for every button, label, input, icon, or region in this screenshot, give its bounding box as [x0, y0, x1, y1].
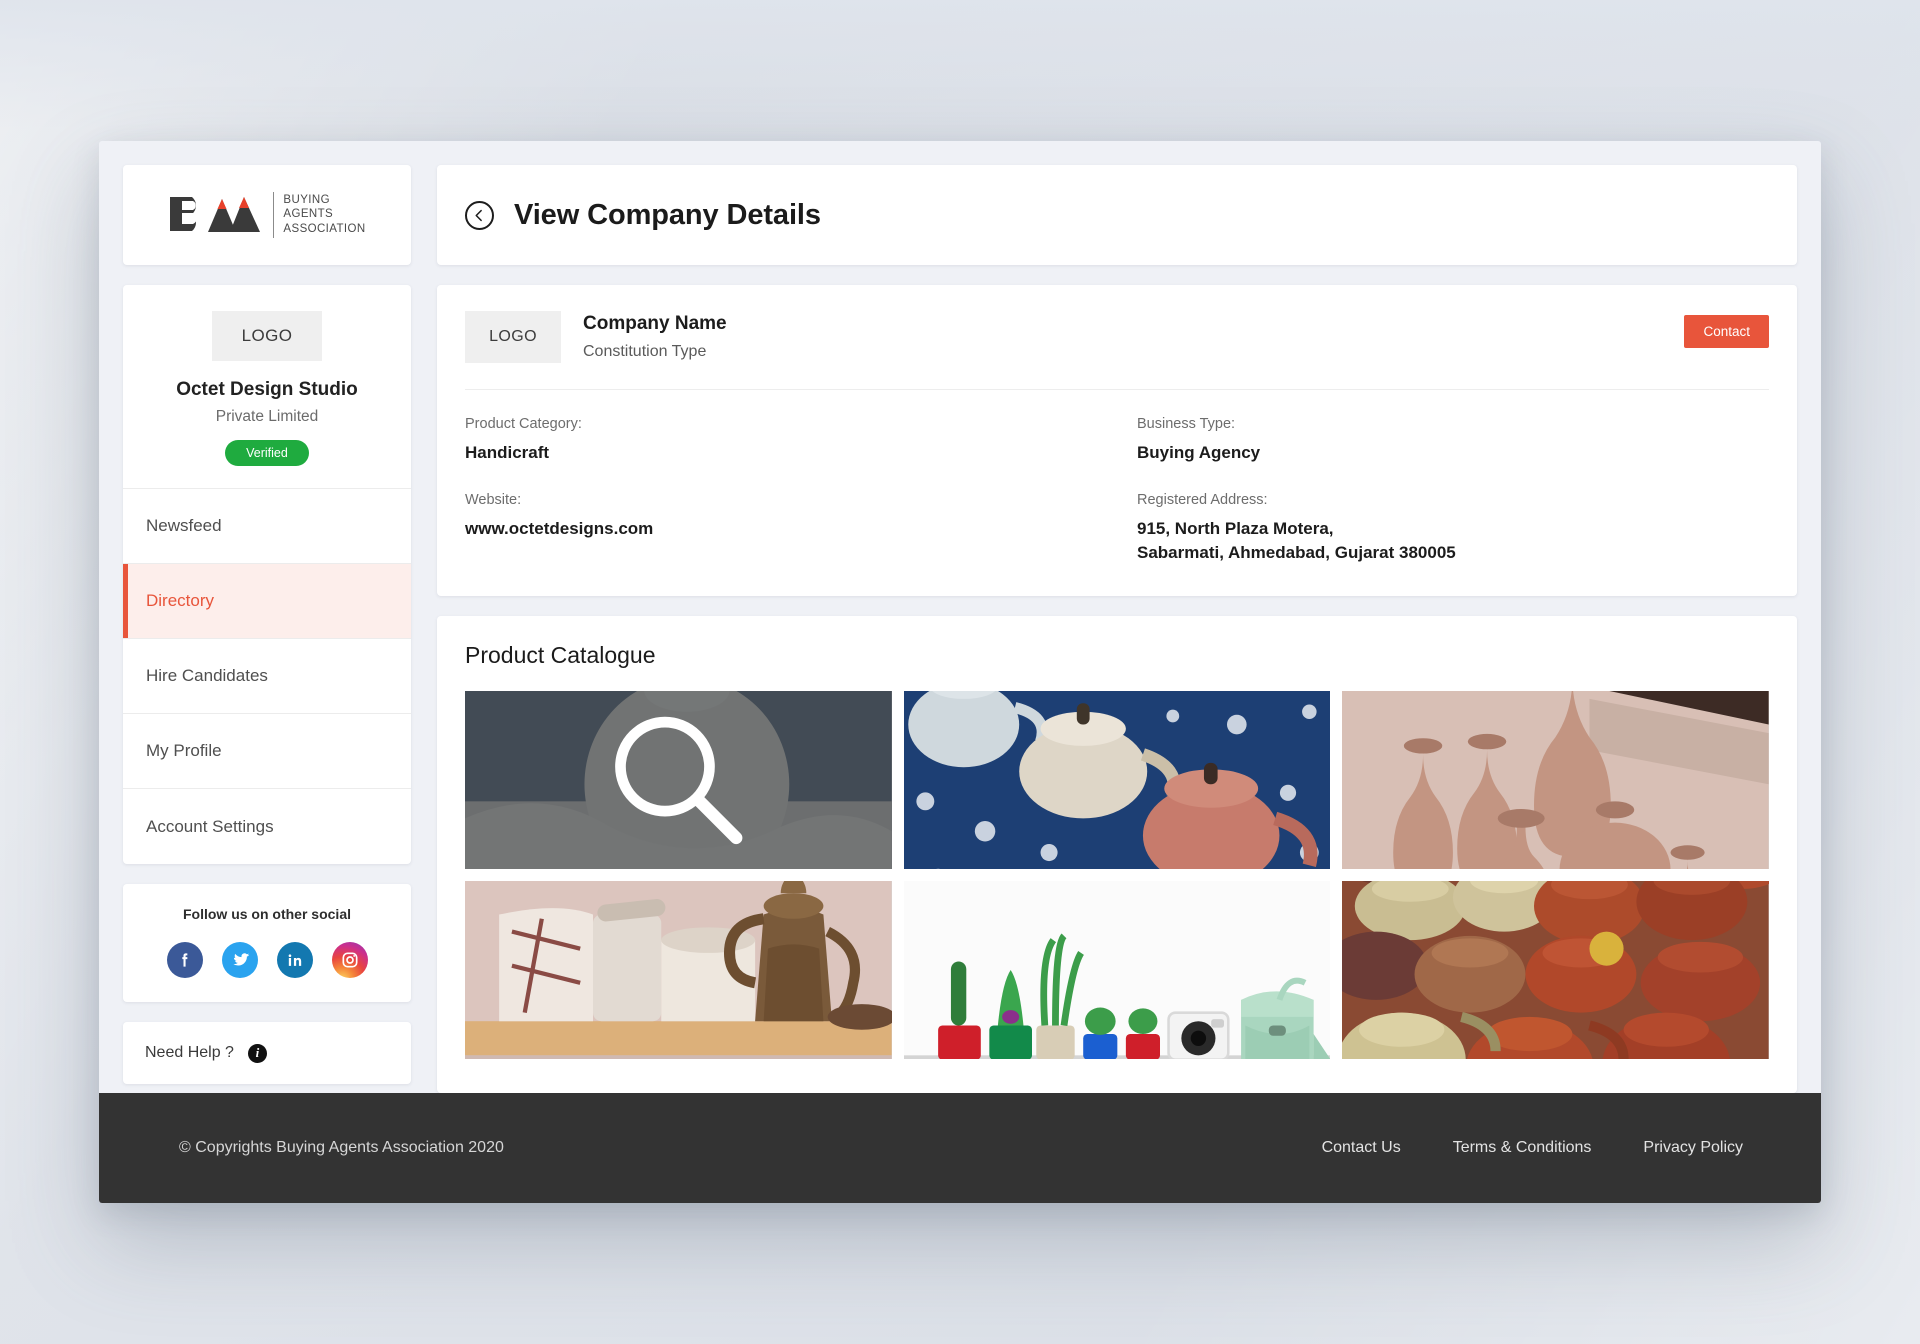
field-label: Business Type: — [1137, 416, 1236, 432]
catalogue-thumb-6[interactable] — [1342, 880, 1769, 1059]
company-constitution-type: Constitution Type — [583, 343, 707, 360]
sidebar-item-newsfeed[interactable]: Newsfeed — [123, 489, 411, 564]
footer-link-terms[interactable]: Terms & Conditions — [1453, 1139, 1592, 1157]
catalogue-thumb-5[interactable] — [903, 880, 1331, 1059]
sidebar-item-label: My Profile — [146, 741, 222, 760]
chevron-left-icon — [475, 209, 482, 221]
field-value: 915, North Plaza Motera, Sabarmati, Ahme… — [1137, 518, 1456, 563]
field-registered-address: Registered Address: 915, North Plaza Mot… — [1137, 492, 1769, 566]
magnifier-icon — [615, 716, 743, 845]
catalogue-title: Product Catalogue — [465, 641, 656, 668]
teapots-blue-fabric-image — [903, 690, 1331, 869]
field-value: Buying Agency — [1137, 443, 1261, 462]
company-name-block: Company Name Constitution Type — [583, 311, 1662, 361]
field-value: Handicraft — [465, 443, 550, 462]
profile-company-name: Octet Design Studio — [176, 379, 358, 400]
plants-camera-bag-image — [903, 880, 1331, 1059]
social-icon-row — [141, 942, 393, 978]
page-title: View Company Details — [514, 198, 821, 231]
footer-link-privacy[interactable]: Privacy Policy — [1643, 1139, 1743, 1157]
background-top-edge — [0, 0, 1920, 128]
catalogue-thumb-1[interactable] — [465, 690, 892, 869]
field-value[interactable]: www.octetdesigns.com — [465, 517, 1097, 542]
need-help-label: Need Help ? — [145, 1044, 234, 1061]
product-catalogue-card: Product Catalogue — [437, 615, 1797, 1093]
field-label: Website: — [465, 491, 522, 508]
brand-wordmark: BUYING AGENTS ASSOCIATION — [283, 193, 366, 236]
profile-logo-placeholder: LOGO — [212, 311, 322, 361]
social-title: Follow us on other social — [182, 906, 351, 922]
sidebar: BUYING AGENTS ASSOCIATION LOGO Octet Des… — [123, 165, 411, 1093]
window-body: BUYING AGENTS ASSOCIATION LOGO Octet Des… — [99, 141, 1821, 1093]
footer: © Copyrights Buying Agents Association 2… — [99, 1093, 1821, 1203]
facebook-icon[interactable] — [166, 942, 203, 978]
instagram-glyph — [342, 952, 357, 968]
field-label: Registered Address: — [1137, 491, 1268, 508]
sidebar-item-directory[interactable]: Directory — [123, 564, 411, 639]
sidebar-item-label: Hire Candidates — [146, 666, 268, 685]
contact-button[interactable]: Contact — [1684, 315, 1769, 348]
clay-teapots-market-image — [1342, 880, 1769, 1059]
info-icon[interactable]: i — [247, 1043, 267, 1063]
sidebar-item-label: Account Settings — [146, 816, 274, 836]
profile-block: LOGO Octet Design Studio Private Limited… — [123, 285, 411, 488]
brand-line-2: AGENTS — [283, 208, 334, 221]
linkedin-glyph — [288, 954, 301, 966]
company-details-card: LOGO Company Name Constitution Type Cont… — [437, 285, 1797, 596]
need-help-card[interactable]: Need Help ? i — [123, 1022, 411, 1084]
field-product-category: Product Category: Handicraft — [465, 416, 1097, 466]
sidebar-item-label: Newsfeed — [146, 516, 222, 535]
social-card: Follow us on other social — [123, 884, 411, 1002]
profile-constitution: Private Limited — [215, 408, 319, 425]
footer-links: Contact Us Terms & Conditions Privacy Po… — [1322, 1139, 1743, 1157]
catalogue-grid — [465, 690, 1769, 1059]
footer-link-contact-us[interactable]: Contact Us — [1322, 1139, 1401, 1157]
profile-and-nav-card: LOGO Octet Design Studio Private Limited… — [123, 285, 411, 864]
catalogue-thumb-2[interactable] — [903, 690, 1331, 869]
field-label: Product Category: — [465, 416, 582, 432]
sidebar-item-account-settings[interactable]: Account Settings — [123, 789, 411, 864]
copyright-text: © Copyrights Buying Agents Association 2… — [179, 1139, 504, 1156]
brand-logo-card[interactable]: BUYING AGENTS ASSOCIATION — [123, 165, 411, 265]
app-window: BUYING AGENTS ASSOCIATION LOGO Octet Des… — [99, 141, 1821, 1203]
company-fields-grid: Product Category: Handicraft Business Ty… — [465, 416, 1769, 566]
field-business-type: Business Type: Buying Agency — [1137, 416, 1769, 466]
back-button[interactable] — [465, 200, 494, 230]
field-website: Website: www.octetdesigns.com — [465, 492, 1097, 566]
sidebar-item-label: Directory — [146, 591, 215, 610]
brand-line-3: ASSOCIATION — [283, 222, 366, 235]
facebook-glyph — [181, 953, 187, 967]
instagram-icon[interactable] — [331, 942, 368, 978]
linkedin-icon[interactable] — [276, 942, 313, 978]
status-badge: Verified — [225, 440, 309, 466]
main-content: View Company Details LOGO Company Name C… — [437, 165, 1797, 1093]
sidebar-item-my-profile[interactable]: My Profile — [123, 714, 411, 789]
verified-badge-wrap: Verified — [143, 440, 391, 488]
sidebar-item-hire-candidates[interactable]: Hire Candidates — [123, 639, 411, 714]
thumb-hover-overlay[interactable] — [465, 690, 892, 869]
page-header: View Company Details — [437, 165, 1797, 265]
catalogue-thumb-4[interactable] — [465, 880, 892, 1059]
ceramic-jars-brass-teapot-image — [465, 880, 892, 1059]
twitter-glyph — [232, 953, 249, 966]
baa-mountain-logo-icon — [170, 197, 261, 232]
brand-divider — [273, 192, 275, 238]
company-logo-placeholder: LOGO — [465, 311, 561, 363]
company-name: Company Name — [583, 313, 727, 334]
brand-lockup: BUYING AGENTS ASSOCIATION — [168, 191, 365, 239]
catalogue-thumb-3[interactable] — [1342, 690, 1769, 869]
terracotta-vases-image — [1342, 690, 1769, 869]
company-details-header: LOGO Company Name Constitution Type Cont… — [465, 311, 1769, 390]
nav-list: Newsfeed Directory Hire Candidates My Pr… — [123, 488, 411, 864]
brand-line-1: BUYING — [283, 193, 330, 206]
twitter-icon[interactable] — [221, 942, 258, 978]
